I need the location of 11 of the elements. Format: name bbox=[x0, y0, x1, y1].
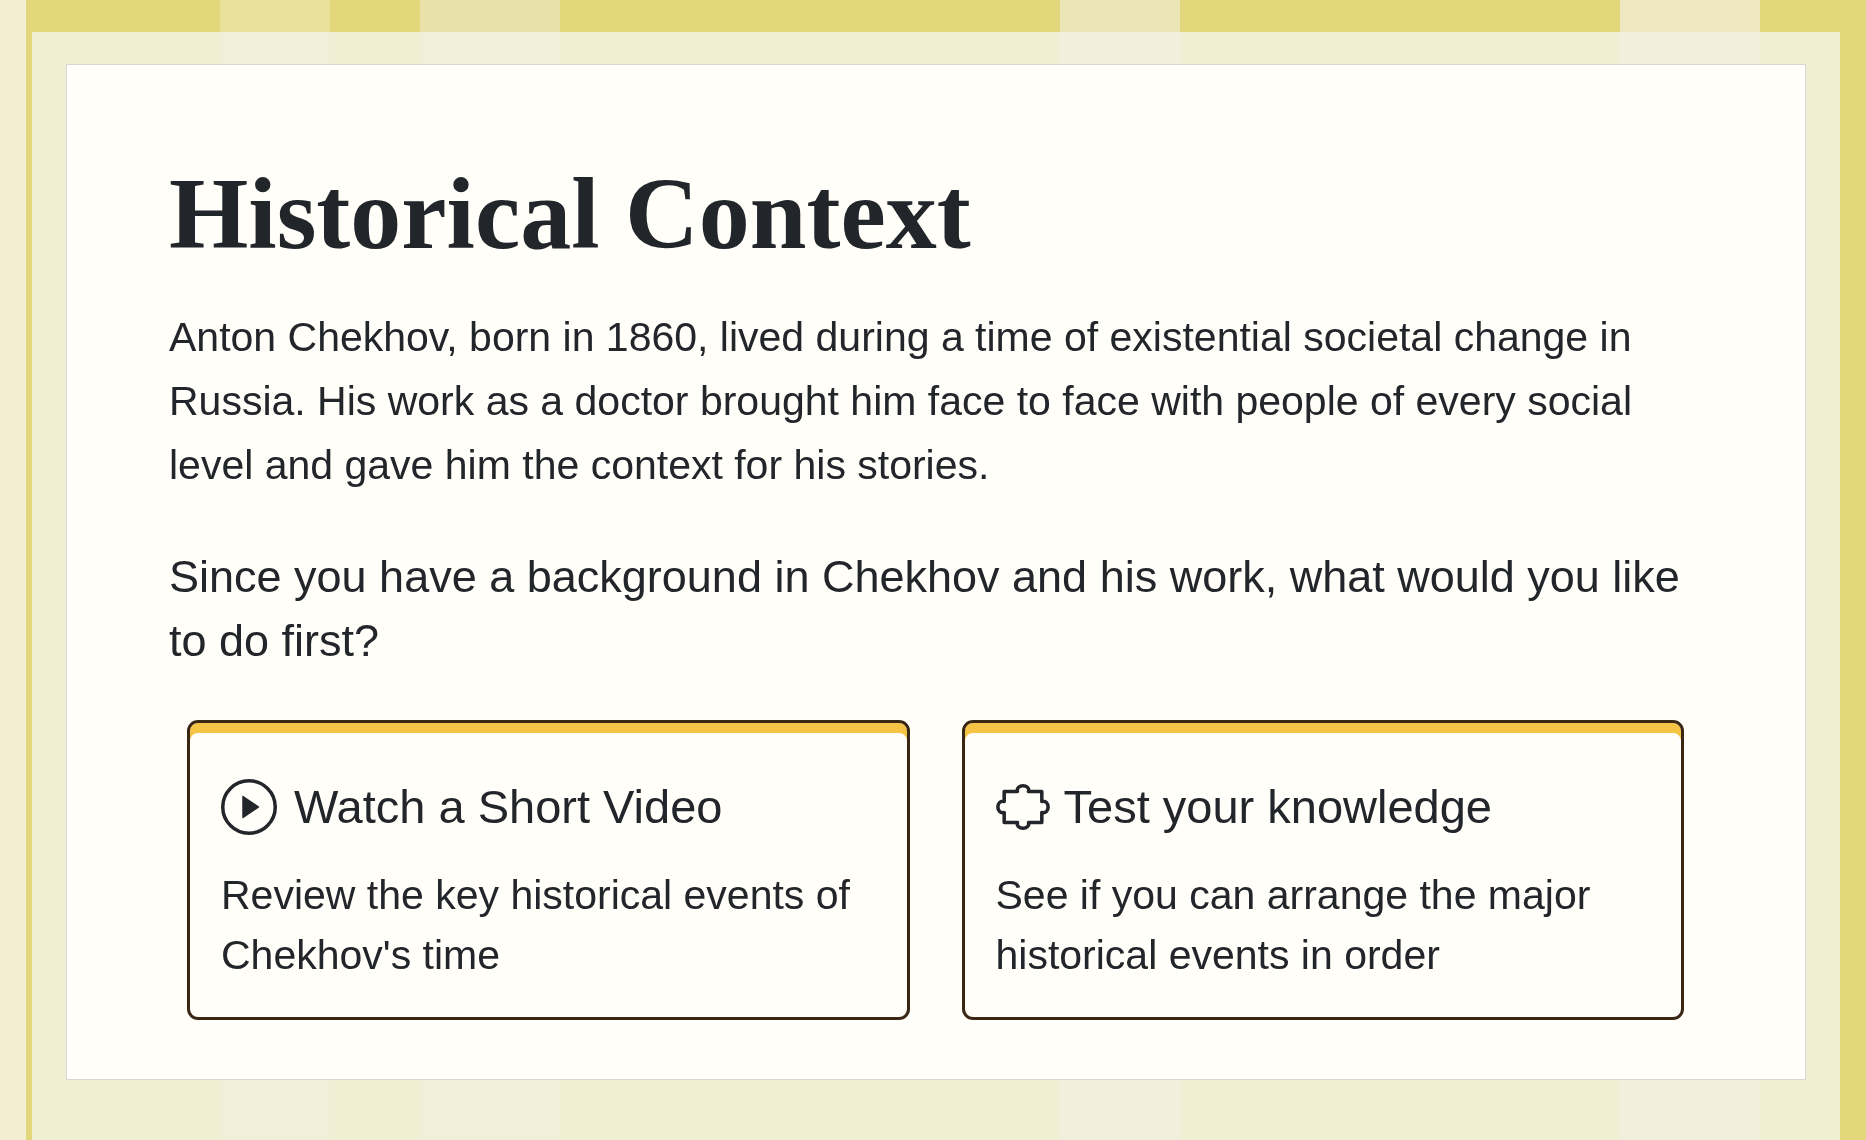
option-description: See if you can arrange the major historical events in order bbox=[995, 871, 1592, 980]
page-heading: Historical Context bbox=[169, 156, 971, 272]
option-title: Test your knowledge bbox=[1063, 779, 1492, 835]
intro-paragraph: Anton Chekhov, born in 1860, lived during a time of existential societal change in Russia. His work as a doctor brought him face to face with people of every social level and gave him the context for his stories. bbox=[169, 313, 1634, 490]
option-card[interactable]: Test your knowledge See if you can arrange the major historical events in order bbox=[961, 720, 1684, 1020]
prompt-text: Since you have a background in Chekhov and his work, what would you like to do first? bbox=[169, 550, 1681, 668]
play-circle-icon bbox=[221, 779, 277, 835]
option-card[interactable]: Watch a Short Video Review the key historical events of Chekhov's time bbox=[187, 720, 910, 1020]
option-title: Watch a Short Video bbox=[294, 779, 723, 835]
option-description: Review the key historical events of Chekhov's time bbox=[221, 871, 851, 980]
puzzle-piece-icon bbox=[995, 784, 1050, 830]
